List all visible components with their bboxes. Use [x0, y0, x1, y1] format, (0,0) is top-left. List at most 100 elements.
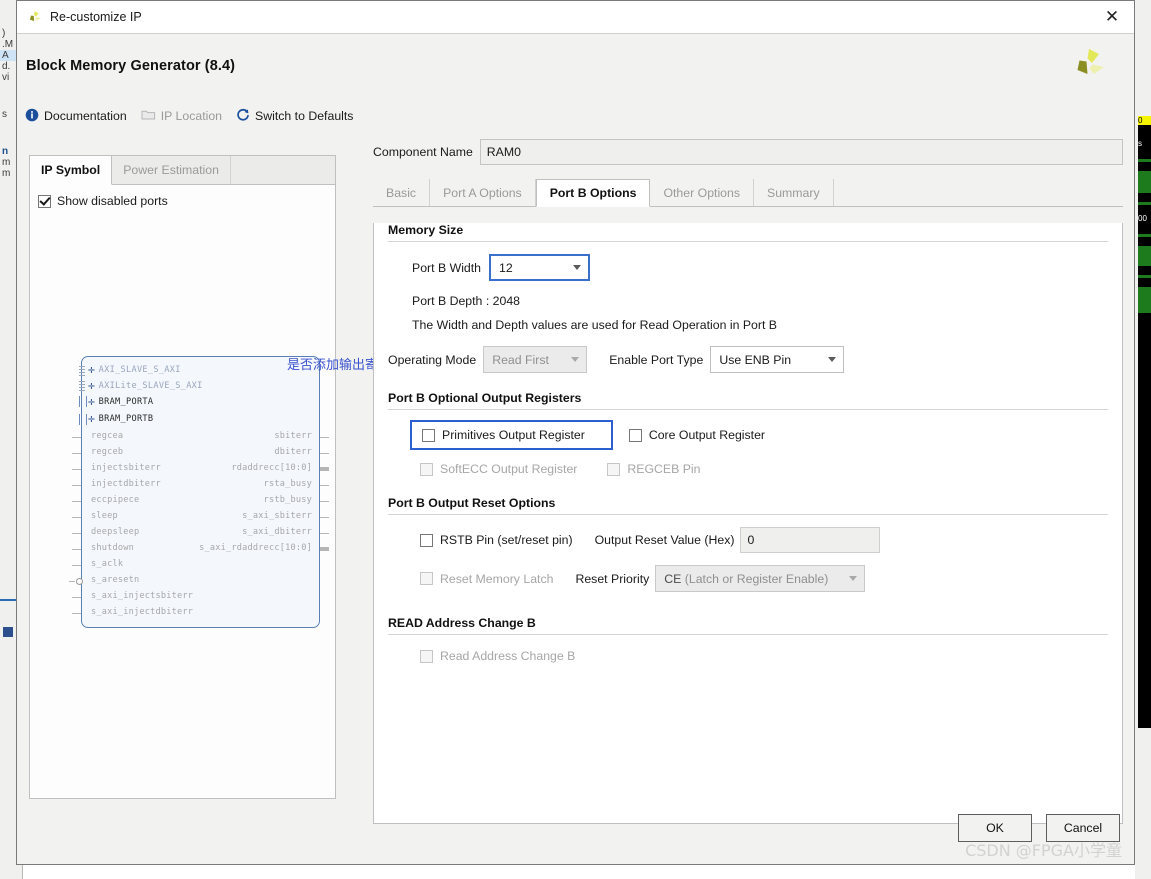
ip-location-label: IP Location — [160, 109, 223, 123]
background-right-strip: 0 s 00 — [1135, 0, 1151, 879]
tab-port-a-options[interactable]: Port A Options — [430, 179, 536, 206]
expand-icon[interactable]: ✛ — [88, 413, 95, 424]
enable-port-type-value: Use ENB Pin — [719, 352, 792, 367]
tab-summary[interactable]: Summary — [754, 179, 834, 206]
console-text: s — [1138, 139, 1142, 148]
rstb-pin-label: RSTB Pin (set/reset pin) — [440, 533, 573, 547]
component-name-input[interactable]: RAM0 — [479, 139, 1123, 165]
pin-stub — [69, 581, 75, 582]
reset-memory-latch-label: Reset Memory Latch — [440, 571, 554, 586]
options-tabbar-filler — [834, 179, 1123, 206]
background-console: 0 s 00 — [1138, 116, 1151, 728]
core-output-register-checkbox[interactable] — [628, 428, 642, 442]
port-pin-right: dbiterr — [274, 447, 312, 457]
bg-chip — [3, 627, 13, 637]
ip-symbol-panel: IP Symbol Power Estimation Show disabled… — [29, 155, 404, 799]
console-line — [1138, 275, 1151, 278]
ip-location-link[interactable]: IP Location — [141, 108, 222, 124]
port-pin-left: s_aresetn — [91, 575, 140, 585]
show-disabled-ports-checkbox[interactable] — [38, 194, 51, 208]
read-address-change-title: READ Address Change B — [388, 616, 536, 630]
folder-icon — [141, 108, 156, 124]
tab-basic[interactable]: Basic — [373, 179, 431, 206]
output-reset-value-label: Output Reset Value (Hex) — [594, 533, 735, 547]
pin-stub — [320, 467, 329, 471]
reset-priority-value-strong: CE — [664, 571, 682, 586]
optional-output-registers-title: Port B Optional Output Registers — [388, 391, 582, 405]
port-pin-left: eccpipece — [91, 495, 140, 505]
pin-stub — [72, 597, 81, 598]
reset-memory-latch-item: Reset Memory Latch — [420, 572, 553, 586]
tab-power-estimation[interactable]: Power Estimation — [112, 156, 231, 184]
dialog-titlebar: Re-customize IP ✕ — [17, 1, 1134, 34]
rstb-pin-checkbox[interactable] — [420, 533, 433, 547]
show-disabled-ports-row[interactable]: Show disabled ports — [30, 185, 335, 208]
tab-other-options[interactable]: Other Options — [650, 179, 755, 206]
port-pin-left: s_axi_injectsbiterr — [91, 591, 194, 601]
pin-stub — [320, 501, 329, 502]
switch-to-defaults-label: Switch to Defaults — [255, 109, 354, 123]
tab-ip-symbol[interactable]: IP Symbol — [30, 156, 113, 185]
console-line — [1138, 287, 1151, 313]
inverted-pin-icon — [76, 578, 83, 585]
rstb-pin-row: RSTB Pin (set/reset pin) Output Reset Va… — [388, 527, 1108, 553]
port-pin-left: injectsbiterr — [91, 463, 161, 473]
xilinx-logo-icon — [27, 10, 42, 25]
component-name-label: Component Name — [373, 145, 473, 159]
dialog-title: Re-customize IP — [50, 10, 142, 24]
reset-priority-select[interactable]: CE (Latch or Register Enable) — [655, 565, 866, 592]
options-tabbar: Basic Port A Options Port B Options Othe… — [373, 179, 1123, 207]
bus-label: AXI_SLAVE_S_AXI — [98, 365, 181, 375]
pin-stub — [320, 547, 329, 551]
port-pin-left: regceb — [91, 447, 124, 457]
bus-row: ✛ BRAM_PORTA — [88, 396, 153, 407]
reset-memory-latch-checkbox — [420, 572, 433, 585]
chevron-down-icon — [849, 576, 858, 581]
enable-port-type-select[interactable]: Use ENB Pin — [710, 346, 845, 373]
ip-symbol-diagram: 是否添加输出寄存器 ✛ AXI_SLAVE_S_AXI ✛ AXILite_SL… — [69, 356, 404, 628]
port-b-width-select[interactable]: 12 — [489, 254, 591, 281]
close-icon[interactable]: ✕ — [1090, 1, 1134, 32]
bus-row: ✛ BRAM_PORTB — [88, 413, 153, 424]
console-text: 00 — [1138, 214, 1147, 223]
core-output-register-item[interactable]: Core Output Register — [628, 428, 765, 442]
pin-stub — [72, 517, 81, 518]
operating-mode-label: Operating Mode — [388, 352, 477, 367]
switch-to-defaults-link[interactable]: Switch to Defaults — [236, 108, 353, 125]
watermark: CSDN @FPGA小学童 — [965, 841, 1122, 860]
show-disabled-ports-label: Show disabled ports — [57, 194, 168, 208]
rstb-pin-item[interactable]: RSTB Pin (set/reset pin) — [420, 533, 573, 547]
memory-size-title: Memory Size — [388, 223, 464, 237]
operating-mode-select[interactable]: Read First — [483, 346, 588, 373]
expand-icon[interactable]: ✛ — [88, 380, 95, 391]
chevron-down-icon — [571, 357, 580, 362]
port-pin-right: s_axi_sbiterr — [242, 511, 312, 521]
port-b-depth-text: Port B Depth : 2048 — [412, 294, 521, 308]
read-address-change-item: Read Address Change B — [420, 649, 575, 663]
pin-stub — [72, 485, 81, 486]
memory-size-title-row: Memory Size — [388, 223, 1108, 237]
dialog-linkbar: Documentation IP Location Switch to Defa… — [17, 100, 1134, 132]
regceb-pin-item: REGCEB Pin — [607, 462, 701, 476]
output-reset-options-title: Port B Output Reset Options — [388, 496, 556, 510]
tab-port-b-options[interactable]: Port B Options — [535, 179, 651, 207]
read-address-change-row: Read Address Change B — [388, 649, 1108, 663]
documentation-link[interactable]: Documentation — [25, 108, 127, 125]
primitives-output-register-highlight[interactable]: Primitives Output Register — [410, 420, 613, 450]
pin-stub — [72, 613, 81, 614]
pin-stub — [320, 485, 329, 486]
expand-icon[interactable]: ✛ — [88, 396, 95, 407]
bus-stub — [79, 414, 87, 425]
read-address-change-group: READ Address Change B Read Address Chang… — [388, 616, 1108, 663]
output-reset-value-input[interactable]: 0 — [740, 527, 881, 553]
console-line — [1138, 234, 1151, 237]
primitives-output-register-checkbox[interactable] — [422, 428, 435, 442]
pin-stub — [72, 501, 81, 502]
expand-icon[interactable]: ✛ — [88, 364, 95, 375]
pin-stub — [72, 533, 81, 534]
bus-row: ✛ AXILite_SLAVE_S_AXI — [88, 380, 203, 391]
pin-stub — [320, 517, 329, 518]
info-icon — [25, 108, 39, 125]
read-address-change-label: Read Address Change B — [440, 649, 576, 663]
section-divider — [388, 409, 1108, 410]
